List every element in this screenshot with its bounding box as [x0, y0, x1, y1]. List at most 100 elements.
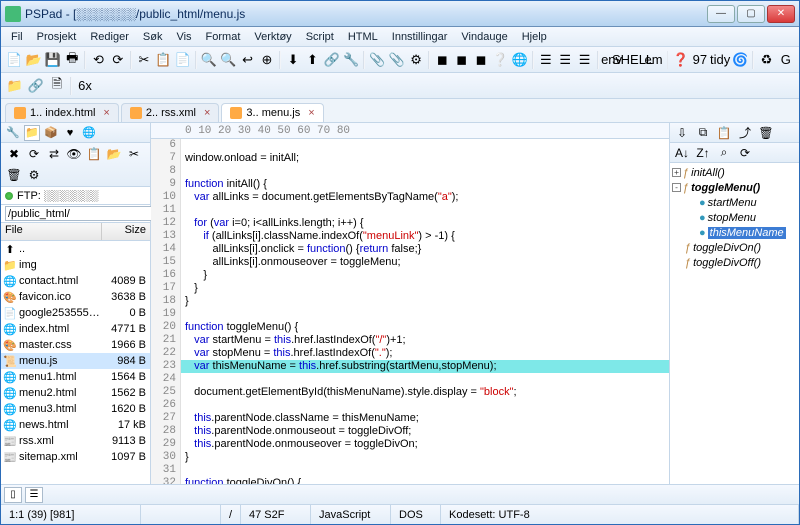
menu-verktøy[interactable]: Verktøy [248, 29, 297, 45]
file-row[interactable]: 🌐menu1.html1564 B [1, 369, 150, 385]
tree-expander-icon[interactable]: - [672, 183, 681, 192]
folder-open-icon[interactable]: 📂 [105, 145, 123, 163]
file-row[interactable]: ⬆.. [1, 241, 150, 257]
tool-btn-19[interactable]: 🔗 [323, 50, 341, 70]
close-button[interactable]: ✕ [767, 5, 795, 23]
menu-vis[interactable]: Vis [170, 29, 197, 45]
disconnect-icon[interactable]: ✖ [5, 145, 23, 163]
file-row[interactable]: 🎨master.css1966 B [1, 337, 150, 353]
tool2-btn-0[interactable]: 📁 [5, 76, 25, 96]
file-row[interactable]: 🌐contact.html4089 B [1, 273, 150, 289]
file-row[interactable]: 📄google2535553a2...0 B [1, 305, 150, 321]
file-row[interactable]: 🌐menu3.html1620 B [1, 401, 150, 417]
tool-btn-14[interactable]: ↩ [238, 50, 256, 70]
tool-btn-23[interactable]: 📎 [388, 50, 406, 70]
tool-btn-30[interactable]: 🌐 [511, 50, 529, 70]
tool-btn-29[interactable]: ❔ [491, 50, 509, 70]
menu-fil[interactable]: Fil [5, 29, 29, 45]
explorer-tb2-btn-1[interactable]: Z↑ [694, 144, 712, 162]
doc-tab-close-icon[interactable]: × [308, 107, 314, 119]
file-row[interactable]: 📰rss.xml9113 B [1, 433, 150, 449]
tool-btn-8[interactable]: ✂ [135, 50, 153, 70]
file-list[interactable]: ⬆..📁img🌐contact.html4089 B🎨favicon.ico36… [1, 241, 150, 484]
explorer-tb1-btn-3[interactable]: ⤴ [736, 124, 754, 142]
file-row[interactable]: 📰sitemap.xml1097 B [1, 449, 150, 465]
menu-html[interactable]: HTML [342, 29, 384, 45]
file-header-name[interactable]: File [1, 223, 102, 240]
file-row[interactable]: 🌐menu2.html1562 B [1, 385, 150, 401]
file-row[interactable]: 🎨favicon.ico3638 B [1, 289, 150, 305]
tool-btn-28[interactable]: ◼ [472, 50, 490, 70]
explorer-tb1-btn-1[interactable]: ⧉ [694, 124, 712, 142]
code[interactable]: window.onload = initAll;function initAll… [181, 139, 669, 484]
bottom-tab-2[interactable]: ☰ [25, 487, 43, 503]
explorer-tb1-btn-0[interactable]: ⇩ [673, 124, 691, 142]
left-tab-project[interactable]: 📦 [43, 125, 59, 141]
tool2-btn-2[interactable]: 🗎 [47, 76, 67, 96]
tool-btn-13[interactable]: 🔍 [219, 50, 237, 70]
left-tab-tools[interactable]: 🔧 [5, 125, 21, 141]
tree-node[interactable]: -ƒtoggleMenu() [672, 180, 797, 195]
explorer-tb2-btn-3[interactable]: ⟳ [736, 144, 754, 162]
doc-tab-close-icon[interactable]: × [204, 107, 210, 119]
menu-script[interactable]: Script [300, 29, 340, 45]
left-tab-ftp[interactable]: 🌐 [81, 125, 97, 141]
explorer-tb1-btn-4[interactable]: 🗑 [757, 124, 775, 142]
tool-btn-24[interactable]: ⚙ [407, 50, 425, 70]
menu-innstillingar[interactable]: Innstillingar [386, 29, 454, 45]
tool2-btn-1[interactable]: 🔗 [26, 76, 46, 96]
tool-btn-43[interactable]: 🌀 [731, 50, 749, 70]
left-tab-files[interactable]: 📁 [24, 125, 40, 141]
tool-btn-26[interactable]: ◼ [433, 50, 451, 70]
file-row[interactable]: 📁img [1, 257, 150, 273]
tool-btn-38[interactable]: em [644, 50, 664, 70]
tree-node[interactable]: ●stopMenu [672, 210, 797, 225]
trash-icon[interactable]: 🗑 [5, 166, 23, 184]
file-row[interactable]: 🌐index.html4771 B [1, 321, 150, 337]
tool2-btn-4[interactable]: 6x [75, 76, 95, 96]
tool-btn-15[interactable]: ⊕ [258, 50, 276, 70]
tool-btn-32[interactable]: ☰ [537, 50, 555, 70]
sync-icon[interactable]: ⇄ [45, 145, 63, 163]
menu-hjelp[interactable]: Hjelp [516, 29, 553, 45]
maximize-button[interactable]: ▢ [737, 5, 765, 23]
file-row[interactable]: 📜menu.js984 B [1, 353, 150, 369]
tool-btn-6[interactable]: ⟳ [109, 50, 127, 70]
tree-node[interactable]: ƒtoggleDivOff() [672, 255, 797, 270]
explorer-tb2-btn-2[interactable]: ⌕ [715, 144, 733, 162]
file-row[interactable]: 🌐news.html17 kB [1, 417, 150, 433]
minimize-button[interactable]: — [707, 5, 735, 23]
tool-btn-46[interactable]: G [777, 50, 795, 70]
code-explorer-tree[interactable]: +ƒinitAll()-ƒtoggleMenu()●startMenu●stop… [670, 163, 799, 484]
tool-btn-2[interactable]: 💾 [44, 50, 62, 70]
copy-icon[interactable]: 📋 [85, 145, 103, 163]
doc-tab-2[interactable]: 3.. menu.js× [221, 103, 323, 122]
menu-format[interactable]: Format [200, 29, 247, 45]
tool-btn-0[interactable]: 📄 [5, 50, 23, 70]
doc-tab-close-icon[interactable]: × [103, 107, 109, 119]
explorer-tb2-btn-0[interactable]: A↓ [673, 144, 691, 162]
explorer-tb1-btn-2[interactable]: 📋 [715, 124, 733, 142]
tool-btn-10[interactable]: 📄 [174, 50, 192, 70]
bottom-tab-1[interactable]: ▯ [4, 487, 22, 503]
eye-icon[interactable]: 👁 [65, 145, 83, 163]
path-input[interactable] [5, 206, 153, 221]
tool-btn-40[interactable]: ❓ [671, 50, 689, 70]
tool-btn-42[interactable]: tidy [710, 50, 730, 70]
tool-btn-9[interactable]: 📋 [154, 50, 172, 70]
tree-node[interactable]: ƒtoggleDivOn() [672, 240, 797, 255]
tool-btn-17[interactable]: ⬇ [284, 50, 302, 70]
tool-btn-41[interactable]: 97 [691, 50, 709, 70]
tool-btn-20[interactable]: 🔧 [342, 50, 360, 70]
gear-icon[interactable]: ⚙ [25, 166, 43, 184]
tool-btn-12[interactable]: 🔍 [200, 50, 218, 70]
menu-prosjekt[interactable]: Prosjekt [31, 29, 83, 45]
doc-tab-1[interactable]: 2.. rss.xml× [121, 103, 220, 122]
tool-btn-27[interactable]: ◼ [452, 50, 470, 70]
tool-btn-3[interactable]: 🖶 [63, 50, 81, 70]
tree-node[interactable]: ●startMenu [672, 195, 797, 210]
file-header-size[interactable]: Size [102, 223, 150, 240]
tree-node[interactable]: +ƒinitAll() [672, 165, 797, 180]
menu-rediger[interactable]: Rediger [84, 29, 135, 45]
tool-btn-5[interactable]: ⟲ [89, 50, 107, 70]
